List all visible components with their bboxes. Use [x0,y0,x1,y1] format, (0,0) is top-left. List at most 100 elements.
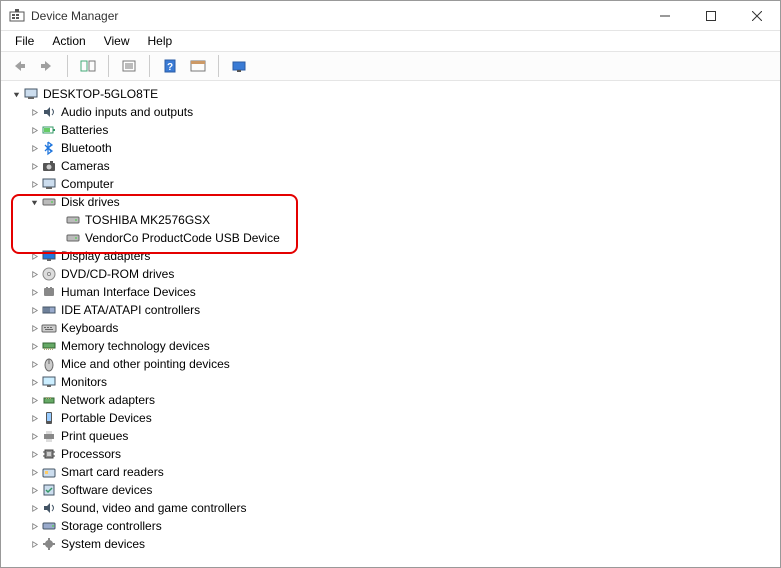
tree-item-label: Human Interface Devices [61,283,196,301]
tree-item-label: Print queues [61,427,128,445]
tree-category-monitor[interactable]: Monitors [5,373,780,391]
computer-icon [41,176,57,192]
tree-item-label: Processors [61,445,121,463]
tree-category-computer[interactable]: Computer [5,175,780,193]
disk-icon [65,230,81,246]
tree-item-label: System devices [61,535,145,553]
device-tree[interactable]: DESKTOP-5GLO8TEAudio inputs and outputsB… [1,81,780,567]
expand-icon[interactable] [27,180,41,189]
tree-category-dvd[interactable]: DVD/CD-ROM drives [5,265,780,283]
expand-icon[interactable] [27,414,41,423]
expand-icon[interactable] [27,144,41,153]
expand-icon[interactable] [27,450,41,459]
expand-icon[interactable] [27,126,41,135]
expand-icon[interactable] [27,108,41,117]
tree-category-ide[interactable]: IDE ATA/ATAPI controllers [5,301,780,319]
disk-icon [41,194,57,210]
svg-text:?: ? [167,62,173,73]
expand-icon[interactable] [27,342,41,351]
tree-category-printer[interactable]: Print queues [5,427,780,445]
tree-category-keyboard[interactable]: Keyboards [5,319,780,337]
expand-icon[interactable] [27,270,41,279]
minimize-button[interactable] [642,1,688,31]
mouse-icon [41,356,57,372]
tree-category-memory[interactable]: Memory technology devices [5,337,780,355]
tree-category-battery[interactable]: Batteries [5,121,780,139]
tree-category-display[interactable]: Display adapters [5,247,780,265]
tree-category-storage[interactable]: Storage controllers [5,517,780,535]
tree-item-label: VendorCo ProductCode USB Device [85,229,280,247]
properties-button[interactable] [117,54,141,78]
expand-icon[interactable] [27,306,41,315]
tree-category-network[interactable]: Network adapters [5,391,780,409]
bluetooth-icon [41,140,57,156]
expand-icon[interactable] [27,468,41,477]
menu-action[interactable]: Action [44,33,93,49]
tree-category-cpu[interactable]: Processors [5,445,780,463]
expand-icon[interactable] [27,522,41,531]
hid-icon [41,284,57,300]
expand-icon[interactable] [27,288,41,297]
tree-item-label: Mice and other pointing devices [61,355,230,373]
tree-item-label: DVD/CD-ROM drives [61,265,174,283]
help-button[interactable]: ? [158,54,182,78]
toolbar-separator [218,55,219,77]
maximize-button[interactable] [688,1,734,31]
tree-item-label: Computer [61,175,114,193]
network-icon [41,392,57,408]
tree-category-audio[interactable]: Audio inputs and outputs [5,103,780,121]
tree-category-software[interactable]: Software devices [5,481,780,499]
expand-icon[interactable] [27,396,41,405]
tree-item-label: Storage controllers [61,517,162,535]
storage-icon [41,518,57,534]
expand-icon[interactable] [27,360,41,369]
memory-icon [41,338,57,354]
forward-button[interactable] [35,54,59,78]
menu-view[interactable]: View [96,33,138,49]
app-icon [9,8,25,24]
scan-hardware-button[interactable] [227,54,251,78]
menu-help[interactable]: Help [140,33,181,49]
tree-category-bluetooth[interactable]: Bluetooth [5,139,780,157]
titlebar: Device Manager [1,1,780,31]
expand-icon[interactable] [27,504,41,513]
show-hide-console-button[interactable] [76,54,100,78]
close-button[interactable] [734,1,780,31]
computer_root-icon [23,86,39,102]
tree-item-label: Audio inputs and outputs [61,103,193,121]
back-button[interactable] [7,54,31,78]
window-title: Device Manager [31,9,118,23]
tree-category-smartcard[interactable]: Smart card readers [5,463,780,481]
menu-file[interactable]: File [7,33,42,49]
expand-icon[interactable] [27,486,41,495]
audio-icon [41,500,57,516]
expand-icon[interactable] [27,324,41,333]
collapse-icon[interactable] [27,198,41,207]
ide-icon [41,302,57,318]
tree-category-mouse[interactable]: Mice and other pointing devices [5,355,780,373]
toolbar-separator [108,55,109,77]
tree-device[interactable]: VendorCo ProductCode USB Device [5,229,780,247]
tree-category-disk[interactable]: Disk drives [5,193,780,211]
tree-item-label: Sound, video and game controllers [61,499,246,517]
expand-icon[interactable] [27,252,41,261]
tree-category-camera[interactable]: Cameras [5,157,780,175]
tree-device[interactable]: TOSHIBA MK2576GSX [5,211,780,229]
system-icon [41,536,57,552]
portable-icon [41,410,57,426]
expand-icon[interactable] [27,378,41,387]
action-button[interactable] [186,54,210,78]
menubar: File Action View Help [1,31,780,51]
expand-icon[interactable] [27,540,41,549]
tree-category-audio[interactable]: Sound, video and game controllers [5,499,780,517]
expand-icon[interactable] [27,432,41,441]
camera-icon [41,158,57,174]
expand-icon[interactable] [27,162,41,171]
tree-category-hid[interactable]: Human Interface Devices [5,283,780,301]
tree-root[interactable]: DESKTOP-5GLO8TE [5,85,780,103]
tree-item-label: Monitors [61,373,107,391]
collapse-icon[interactable] [9,90,23,99]
tree-category-system[interactable]: System devices [5,535,780,553]
software-icon [41,482,57,498]
tree-category-portable[interactable]: Portable Devices [5,409,780,427]
